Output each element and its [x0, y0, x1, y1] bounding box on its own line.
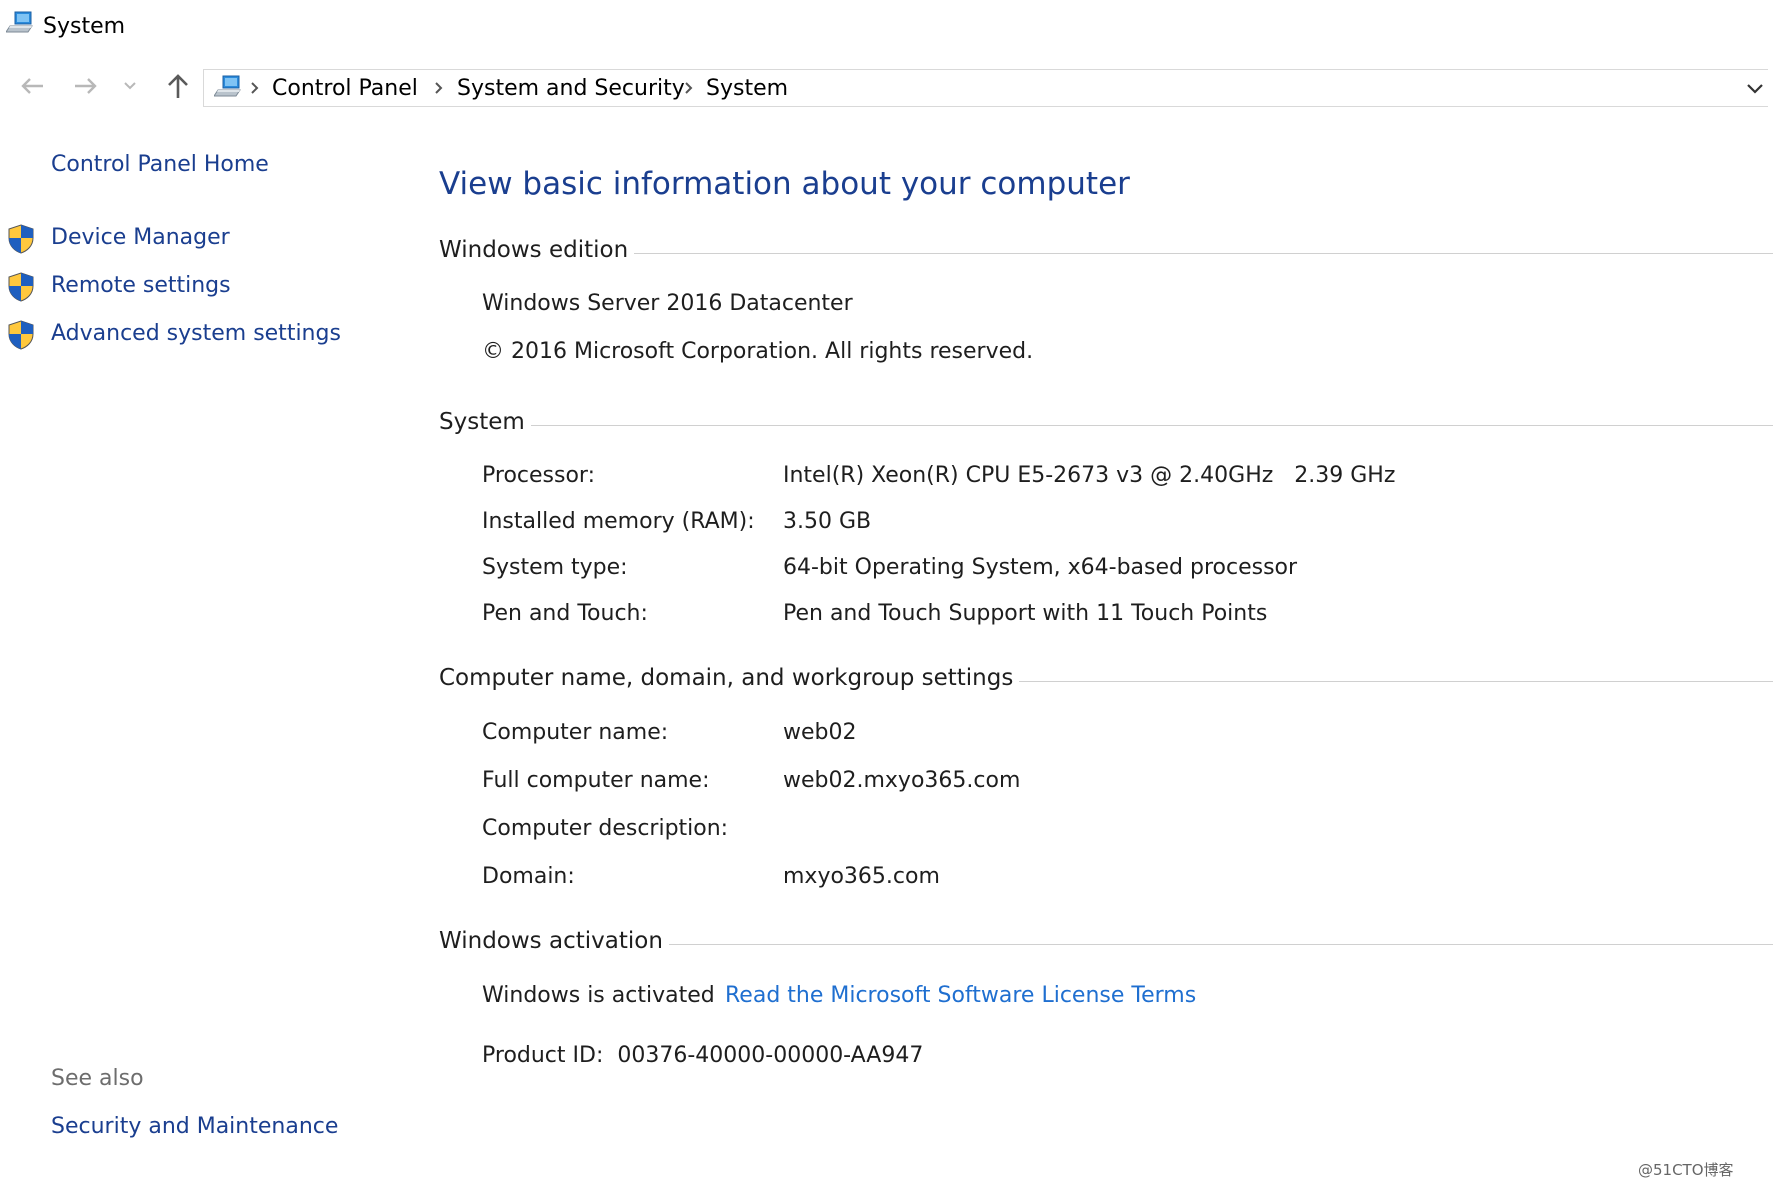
address-dropdown-icon[interactable]: [1744, 78, 1766, 98]
full-computer-name-value: web02.mxyo365.com: [783, 768, 1021, 793]
processor-label: Processor:: [482, 463, 595, 488]
uac-shield-icon: [6, 271, 36, 303]
control-panel-home-link[interactable]: Control Panel Home: [51, 152, 269, 177]
domain-label: Domain:: [482, 864, 575, 889]
windows-activation-group: Windows activation: [439, 926, 1773, 956]
back-arrow-icon[interactable]: [14, 68, 50, 104]
chevron-right-icon: [432, 79, 446, 97]
divider: [668, 943, 1773, 945]
up-arrow-icon[interactable]: [160, 68, 196, 104]
computer-icon: [213, 74, 244, 100]
divider: [530, 424, 1773, 426]
uac-shield-icon: [6, 223, 36, 255]
device-manager-link[interactable]: Device Manager: [51, 225, 230, 250]
group-title: Computer name, domain, and workgroup set…: [439, 665, 1014, 691]
license-terms-link[interactable]: Read the Microsoft Software License Term…: [725, 983, 1196, 1008]
watermark: @51CTO博客: [1638, 1161, 1734, 1179]
forward-arrow-icon[interactable]: [68, 68, 104, 104]
windows-edition-group: Windows edition: [439, 235, 1773, 265]
memory-value: 3.50 GB: [783, 509, 872, 534]
group-title: Windows edition: [439, 237, 629, 263]
domain-value: mxyo365.com: [783, 864, 940, 889]
title-bar: System: [0, 0, 1773, 52]
navigation-bar: Control Panel System and Security System: [0, 62, 1773, 110]
pen-touch-label: Pen and Touch:: [482, 601, 648, 626]
group-title: System: [439, 409, 525, 435]
breadcrumb-system-and-security[interactable]: System and Security: [457, 76, 685, 101]
computer-description-label: Computer description:: [482, 816, 729, 841]
computer-name-label: Computer name:: [482, 720, 669, 745]
advanced-system-settings-link[interactable]: Advanced system settings: [51, 321, 341, 346]
edition-name: Windows Server 2016 Datacenter: [482, 291, 853, 316]
copyright-text: © 2016 Microsoft Corporation. All rights…: [482, 339, 1034, 364]
computer-name-value: web02: [783, 720, 857, 745]
page-heading: View basic information about your comput…: [439, 166, 1130, 202]
computer-icon: [5, 10, 36, 36]
chevron-right-icon: [248, 79, 262, 97]
see-also-label: See also: [51, 1066, 144, 1091]
processor-value: Intel(R) Xeon(R) CPU E5-2673 v3 @ 2.40GH…: [783, 463, 1396, 488]
system-type-value: 64-bit Operating System, x64-based proce…: [783, 555, 1298, 580]
breadcrumb-control-panel[interactable]: Control Panel: [272, 76, 418, 101]
uac-shield-icon: [6, 319, 36, 351]
system-type-label: System type:: [482, 555, 628, 580]
pen-touch-value: Pen and Touch Support with 11 Touch Poin…: [783, 601, 1268, 626]
group-title: Windows activation: [439, 928, 663, 954]
system-group: System: [439, 407, 1773, 437]
chevron-down-icon[interactable]: [120, 68, 140, 104]
window-title: System: [43, 14, 126, 39]
memory-label: Installed memory (RAM):: [482, 509, 755, 534]
product-id: Product ID: 00376-40000-00000-AA947: [482, 1043, 924, 1068]
breadcrumb-system[interactable]: System: [706, 76, 788, 101]
address-bar[interactable]: Control Panel System and Security System: [203, 69, 1768, 107]
chevron-right-icon: [682, 79, 696, 97]
divider: [1019, 680, 1773, 682]
security-and-maintenance-link[interactable]: Security and Maintenance: [51, 1114, 338, 1139]
full-computer-name-label: Full computer name:: [482, 768, 710, 793]
divider: [634, 252, 1773, 254]
activation-status: Windows is activated: [482, 983, 715, 1008]
remote-settings-link[interactable]: Remote settings: [51, 273, 231, 298]
computer-name-group: Computer name, domain, and workgroup set…: [439, 663, 1773, 693]
